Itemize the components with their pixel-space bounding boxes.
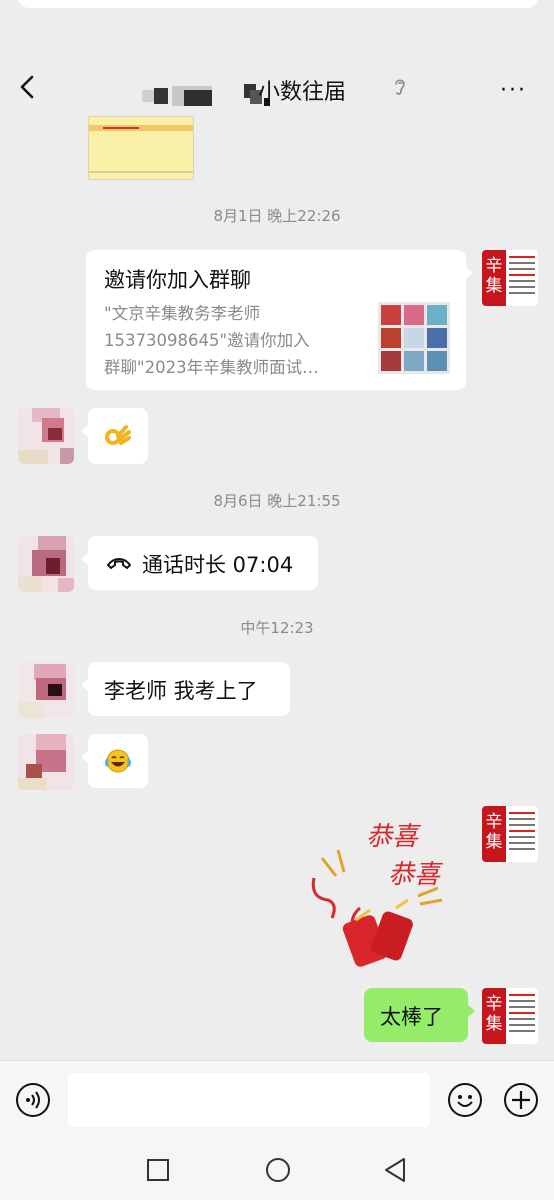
- home-icon[interactable]: [264, 1156, 292, 1184]
- invite-desc-line: 15373098645"邀请你加入: [104, 331, 310, 350]
- my-avatar[interactable]: 辛集: [482, 806, 538, 862]
- contact-avatar[interactable]: [18, 734, 74, 790]
- call-record-message[interactable]: 通话时长 07:04: [81, 536, 318, 590]
- plus-icon: [512, 1091, 530, 1109]
- timestamp: 8月1日 晚上22:26: [213, 207, 341, 225]
- more-functions-button[interactable]: [504, 1083, 538, 1117]
- timestamp: 中午12:23: [240, 619, 314, 637]
- my-text-message[interactable]: 太棒了: [364, 988, 475, 1042]
- back-arrow-icon[interactable]: [14, 70, 42, 104]
- contact-avatar[interactable]: [18, 662, 74, 718]
- mute-ear-icon: [395, 79, 405, 95]
- phone-icon: [107, 558, 131, 569]
- text-message[interactable]: 李老师 我考上了: [81, 662, 290, 716]
- message-text: 李老师 我考上了: [104, 679, 258, 703]
- invite-desc-line: 群聊"2023年辛集教师面试…: [104, 358, 319, 377]
- search-bar-remnant: [18, 0, 538, 8]
- system-nav-bar: [0, 1140, 554, 1200]
- avatar-char: 集: [485, 832, 503, 852]
- laugh-cry-emoji-icon: [105, 749, 131, 773]
- emoji-message[interactable]: [81, 408, 148, 464]
- input-bar: [0, 1060, 554, 1141]
- message-input[interactable]: [68, 1073, 430, 1127]
- my-avatar[interactable]: 辛集: [482, 988, 538, 1044]
- contact-avatar[interactable]: [18, 408, 74, 464]
- avatar-char: 辛: [485, 256, 503, 276]
- group-thumbnail: [378, 302, 450, 374]
- emoji-message[interactable]: [81, 734, 148, 788]
- more-options-button[interactable]: ···: [500, 78, 527, 103]
- contact-avatar[interactable]: [18, 536, 74, 592]
- voice-icon: [26, 1091, 40, 1109]
- group-invite-card[interactable]: 邀请你加入群聊 "文京辛集教务李老师 15373098645"邀请你加入 群聊"…: [86, 250, 473, 390]
- top-strip: [0, 0, 554, 40]
- emoji-button[interactable]: [448, 1083, 482, 1117]
- avatar-char: 辛: [485, 812, 503, 832]
- voice-input-button[interactable]: [16, 1083, 50, 1117]
- invite-desc-line: "文京辛集教务李老师: [104, 304, 261, 323]
- timestamp: 8月6日 晚上21:55: [213, 492, 341, 510]
- avatar-char: 集: [485, 276, 503, 296]
- congrats-sticker[interactable]: 恭喜 恭喜: [308, 808, 478, 968]
- ok-hand-emoji-icon: [105, 425, 131, 445]
- smiley-icon: [457, 1095, 473, 1107]
- avatar-char: 辛: [485, 994, 503, 1014]
- my-avatar[interactable]: 辛集: [482, 250, 538, 306]
- avatar-char: 集: [485, 1014, 503, 1034]
- message-text: 太棒了: [380, 1005, 443, 1029]
- invite-title: 邀请你加入群聊: [104, 268, 251, 292]
- call-duration: 通话时长 07:04: [142, 553, 294, 577]
- chat-title: 小数往届: [258, 80, 347, 105]
- recent-apps-icon[interactable]: [146, 1158, 170, 1182]
- firecracker-icon: [311, 849, 443, 967]
- partial-image-message[interactable]: [88, 116, 194, 180]
- chat-header: 小数往届 ···: [0, 40, 554, 134]
- back-nav-icon[interactable]: [382, 1156, 408, 1184]
